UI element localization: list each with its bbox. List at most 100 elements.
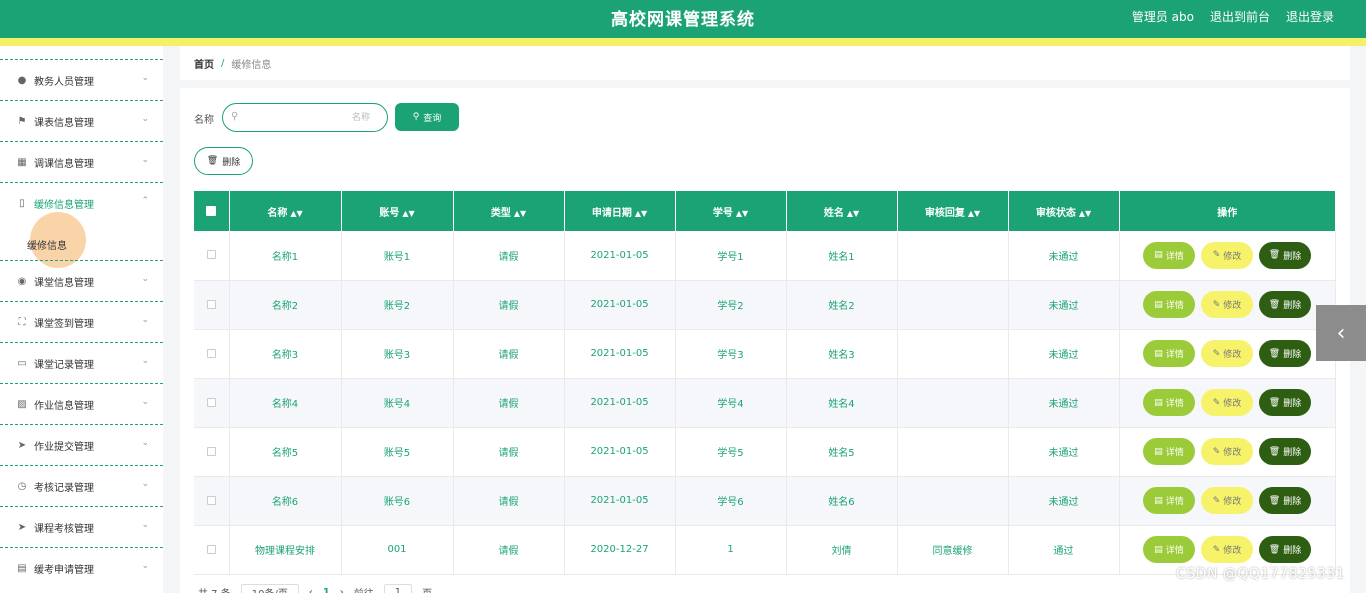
row-checkbox[interactable] — [194, 427, 230, 477]
sidebar-item-homework[interactable]: ▨ 作业信息管理 ⌄ — [0, 383, 163, 424]
header-links: 管理员 abo 退出到前台 退出登录 — [1132, 8, 1334, 25]
edit-button[interactable]: ✎ 修改 — [1201, 487, 1253, 514]
col-person[interactable]: 姓名 ▲▼ — [786, 191, 898, 231]
sort-icon: ▲▼ — [513, 208, 527, 218]
search-input[interactable] — [245, 108, 370, 128]
edit-button[interactable]: ✎ 修改 — [1201, 291, 1253, 318]
trash-icon: 🗑 — [1268, 495, 1281, 506]
sidebar-item-staff[interactable]: ● 教务人员管理 ⌄ — [0, 59, 163, 100]
collapse-panel-tab[interactable]: ‹ — [1316, 305, 1366, 361]
detail-button[interactable]: ▤ 详情 — [1143, 340, 1195, 367]
cell-person: 姓名4 — [786, 378, 898, 428]
delete-button[interactable]: 🗑 删除 — [1259, 438, 1311, 465]
sidebar-item-checkin[interactable]: ⛶ 课堂签到管理 ⌄ — [0, 301, 163, 342]
sidebar-item-schedule[interactable]: ⚑ 课表信息管理 ⌄ — [0, 100, 163, 141]
detail-button[interactable]: ▤ 详情 — [1143, 241, 1195, 269]
pencil-icon: ✎ — [1212, 397, 1221, 408]
cell-status: 未通过 — [1008, 280, 1120, 330]
bulb-icon: ◉ — [17, 275, 27, 287]
delete-button[interactable]: 🗑 删除 — [1259, 241, 1311, 269]
sidebar-item-deferred-exam[interactable]: ▤ 缓考申请管理 ⌄ — [0, 547, 163, 588]
delete-button[interactable]: 🗑 删除 — [1259, 340, 1311, 367]
chevron-down-icon: ⌄ — [141, 73, 149, 83]
edit-button[interactable]: ✎ 修改 — [1201, 241, 1253, 269]
cell-account: 账号4 — [341, 378, 454, 428]
col-actions: 操作 — [1119, 191, 1335, 231]
logout-link[interactable]: 退出登录 — [1286, 8, 1334, 25]
cell-name: 名称2 — [229, 280, 342, 330]
col-student-id[interactable]: 学号 ▲▼ — [675, 191, 787, 231]
col-reply[interactable]: 审核回复 ▲▼ — [897, 191, 1009, 231]
cell-type: 请假 — [453, 231, 565, 281]
col-status[interactable]: 审核状态 ▲▼ — [1008, 191, 1120, 231]
sidebar-item-exam-record[interactable]: ◷ 考核记录管理 ⌄ — [0, 465, 163, 506]
sort-icon: ▲▼ — [290, 208, 303, 218]
edit-button[interactable]: ✎ 修改 — [1201, 438, 1253, 465]
col-type[interactable]: 类型 ▲▼ — [453, 191, 565, 231]
pencil-icon: ✎ — [1212, 250, 1221, 261]
grid-icon: ▦ — [17, 156, 27, 168]
chevron-up-icon: ⌃ — [141, 196, 149, 206]
pencil-icon: ✎ — [1212, 446, 1221, 457]
current-page[interactable]: 1 — [323, 587, 330, 593]
cell-actions: ▤ 详情 ✎ 修改 🗑 删除 — [1119, 231, 1336, 281]
row-checkbox[interactable] — [194, 280, 230, 330]
query-button[interactable]: ⚲ 查询 — [395, 103, 459, 131]
col-name[interactable]: 名称 ▲▼ — [229, 191, 342, 231]
sidebar-item-record[interactable]: ▭ 课堂记录管理 ⌄ — [0, 342, 163, 383]
detail-button[interactable]: ▤ 详情 — [1143, 389, 1195, 416]
row-checkbox[interactable] — [194, 329, 230, 379]
sidebar-item-adjust[interactable]: ▦ 调课信息管理 ⌄ — [0, 141, 163, 182]
delete-button[interactable]: 🗑 删除 — [1259, 487, 1311, 514]
trash-icon: 🗑 — [1268, 397, 1281, 408]
sidebar-item-course-exam[interactable]: ➤ 课程考核管理 ⌄ — [0, 506, 163, 547]
trash-icon: 🗑 — [1268, 299, 1281, 310]
fullscreen-icon: ⛶ — [18, 316, 26, 328]
col-account[interactable]: 账号 ▲▼ — [341, 191, 454, 231]
admin-label[interactable]: 管理员 abo — [1132, 8, 1194, 25]
batch-delete-button[interactable]: 🗑 删除 — [194, 147, 253, 175]
cell-name: 名称1 — [229, 231, 342, 281]
search-box[interactable]: ⚲ — [222, 103, 388, 132]
cell-type: 请假 — [453, 378, 565, 428]
chevron-down-icon: ⌄ — [141, 397, 149, 407]
goto-input[interactable]: 1 — [383, 584, 413, 593]
detail-button[interactable]: ▤ 详情 — [1143, 536, 1195, 563]
sidebar-item-deferral[interactable]: ▯ 缓修信息管理 ⌃ — [0, 182, 163, 223]
cell-reply — [897, 329, 1009, 379]
back-to-front-link[interactable]: 退出到前台 — [1210, 8, 1270, 25]
sidebar-subitem-deferral-info[interactable]: 缓修信息 — [0, 227, 163, 261]
detail-button[interactable]: ▤ 详情 — [1143, 291, 1195, 318]
row-checkbox[interactable] — [194, 231, 230, 281]
delete-button[interactable]: 🗑 删除 — [1259, 389, 1311, 416]
chevron-down-icon: ⌄ — [141, 155, 149, 165]
row-checkbox[interactable] — [194, 525, 230, 575]
cell-sid: 学号2 — [675, 280, 787, 330]
select-all-checkbox[interactable] — [194, 191, 230, 231]
next-page-button[interactable]: › — [340, 587, 344, 593]
row-checkbox[interactable] — [194, 378, 230, 428]
sidebar-item-submission[interactable]: ➤ 作业提交管理 ⌄ — [0, 424, 163, 465]
detail-button[interactable]: ▤ 详情 — [1143, 438, 1195, 465]
cell-name: 名称5 — [229, 427, 342, 477]
detail-button[interactable]: ▤ 详情 — [1143, 487, 1195, 514]
breadcrumb-home[interactable]: 首页 — [194, 56, 214, 71]
mic-icon: ● — [17, 74, 27, 86]
edit-button[interactable]: ✎ 修改 — [1201, 536, 1253, 563]
chevron-down-icon: ⌄ — [141, 479, 149, 489]
page-unit: 页 — [422, 585, 432, 593]
delete-button[interactable]: 🗑 删除 — [1259, 536, 1311, 563]
cell-person: 姓名1 — [786, 231, 898, 281]
delete-button[interactable]: 🗑 删除 — [1259, 291, 1311, 318]
pager-total: 共 7 条 — [198, 585, 231, 593]
row-checkbox[interactable] — [194, 476, 230, 526]
page-size-select[interactable]: 10条/页 — [240, 584, 299, 593]
cell-status: 未通过 — [1008, 231, 1120, 281]
table-row: 名称4 账号4 请假 2021-01-05 学号4 姓名4 未通过 ▤ 详情 ✎ 修改 🗑 删除 — [194, 378, 1336, 428]
edit-button[interactable]: ✎ 修改 — [1201, 389, 1253, 416]
cell-name: 物理课程安排 — [229, 525, 342, 575]
prev-page-button[interactable]: ‹ — [309, 587, 313, 593]
edit-button[interactable]: ✎ 修改 — [1201, 340, 1253, 367]
sidebar-item-class[interactable]: ◉ 课堂信息管理 ⌄ — [0, 260, 163, 301]
col-date[interactable]: 申请日期 ▲▼ — [564, 191, 676, 231]
